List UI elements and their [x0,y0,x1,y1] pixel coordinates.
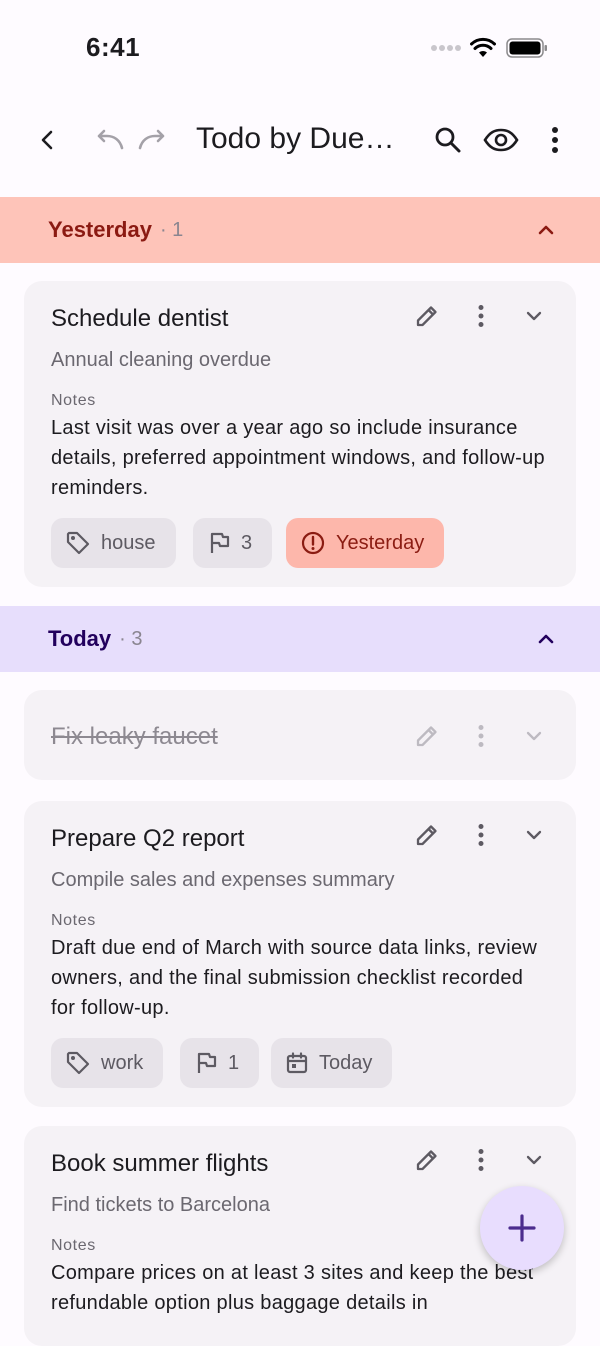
status-time: 6:41 [86,32,141,62]
group-header-today[interactable]: Today · 3 [0,606,600,672]
group-name: Today [48,626,112,651]
chip-label: work [101,1051,144,1074]
notes-label: Notes [51,392,96,409]
pencil-icon [416,1150,437,1171]
group-header-yesterday[interactable]: Yesterday · 1 [0,197,600,263]
chevron-down-icon [526,830,542,840]
due-date-chip[interactable]: Yesterday [286,518,445,568]
alert-circle-icon [301,531,325,555]
flag-icon [197,1052,217,1073]
tag-chip[interactable]: house [51,518,176,568]
flag-icon [210,532,230,553]
notes-text: Last visit was over a year ago so includ… [51,417,545,499]
chip-label: 3 [241,531,253,554]
edit-button[interactable] [412,301,442,331]
task-more-button[interactable] [466,820,496,850]
add-task-button[interactable] [480,1186,564,1270]
visibility-button[interactable] [481,120,521,160]
more-vert-icon [478,305,484,327]
tag-chip[interactable]: work [51,1038,164,1088]
plus-icon [508,1214,536,1242]
tag-icon [66,531,90,555]
back-button[interactable] [28,120,68,160]
chevron-down-icon [526,1155,542,1165]
edit-button[interactable] [412,721,442,751]
page-title: Todo by Due… [196,122,395,155]
app-bar: Todo by Due… [0,96,600,196]
task-card[interactable]: Prepare Q2 report Compile sales and expe… [24,801,576,1107]
pencil-icon [416,726,437,747]
chevron-up-icon[interactable] [534,218,558,242]
task-more-button[interactable] [466,1145,496,1175]
task-more-button[interactable] [466,721,496,751]
due-date-chip[interactable]: Today [271,1038,393,1088]
search-button[interactable] [428,120,468,160]
pencil-icon [416,306,437,327]
tag-icon [66,1051,90,1075]
eye-icon [483,128,519,152]
chip-label: 1 [228,1051,240,1074]
cellular-signal-icon [431,45,461,51]
notes-text: Compare prices on at least 3 sites and k… [51,1262,534,1314]
more-vert-icon [478,725,484,747]
task-card[interactable]: Schedule dentist Annual cleaning overdue… [24,281,576,587]
redo-icon [138,129,165,150]
notes-text: Draft due end of March with source data … [51,937,538,1019]
more-vert-icon [478,824,484,846]
priority-chip[interactable]: 1 [180,1038,260,1088]
task-card-completed[interactable]: Fix leaky faucet [24,690,576,780]
calendar-icon [286,1052,308,1074]
overflow-menu-button[interactable] [535,120,575,160]
redo-button[interactable] [132,120,172,160]
status-bar: 6:41 [0,0,600,96]
expand-button[interactable] [519,301,549,331]
chip-label: house [101,531,156,554]
task-more-button[interactable] [466,301,496,331]
priority-chip[interactable]: 3 [193,518,273,568]
expand-button[interactable] [519,820,549,850]
group-count: · 3 [119,627,143,650]
chevron-up-icon[interactable] [534,627,558,651]
chevron-down-icon [526,311,542,321]
arrow-back-icon [41,130,53,150]
group-count: · 1 [159,218,184,241]
search-icon [435,127,461,153]
expand-button[interactable] [519,1145,549,1175]
task-subtitle: Compile sales and expenses summary [51,869,395,891]
wifi-icon [470,37,496,57]
task-title: Fix leaky faucet [51,723,218,750]
more-vert-icon [478,1149,484,1171]
task-title: Prepare Q2 report [51,825,245,852]
chip-label: Today [319,1051,373,1074]
notes-label: Notes [51,912,96,929]
task-subtitle: Find tickets to Barcelona [51,1194,270,1216]
group-name: Yesterday [48,217,152,242]
task-title: Schedule dentist [51,305,229,332]
undo-icon [97,129,124,150]
edit-button[interactable] [412,820,442,850]
undo-button[interactable] [90,120,130,160]
chip-label: Yesterday [336,531,425,554]
notes-label: Notes [51,1237,96,1254]
task-subtitle: Annual cleaning overdue [51,349,272,371]
expand-button[interactable] [519,721,549,751]
battery-icon [506,38,547,58]
pencil-icon [416,825,437,846]
chevron-down-icon [526,731,542,741]
task-title: Book summer flights [51,1150,269,1177]
edit-button[interactable] [412,1145,442,1175]
more-vert-icon [552,127,558,153]
